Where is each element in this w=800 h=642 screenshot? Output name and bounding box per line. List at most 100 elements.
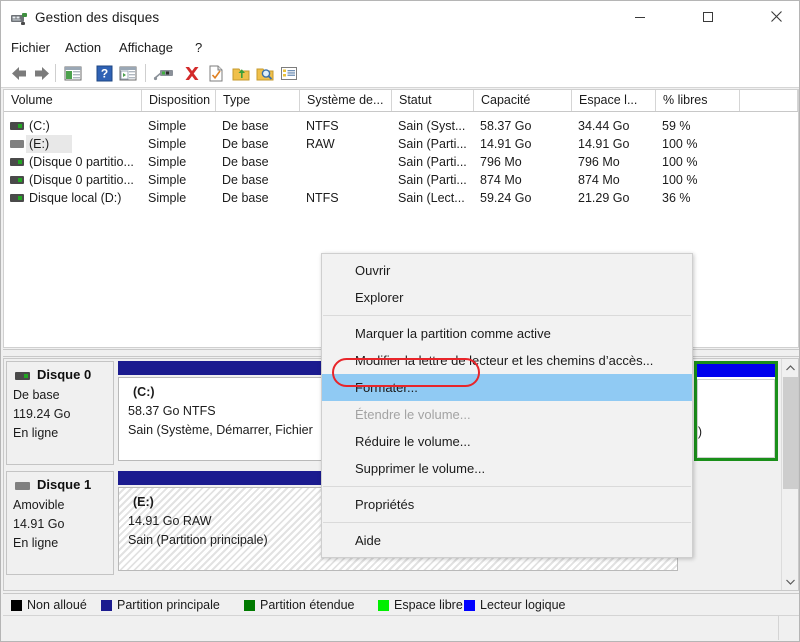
scroll-down-arrow-icon[interactable] bbox=[782, 573, 798, 590]
cell-volume: (Disque 0 partitio... bbox=[29, 173, 134, 187]
export-list-icon[interactable] bbox=[231, 64, 251, 83]
cell-filesystem bbox=[306, 153, 394, 171]
menu-separator bbox=[323, 486, 691, 487]
cell-volume: Disque local (D:) bbox=[29, 191, 122, 205]
disk-type: Amovible bbox=[13, 498, 65, 512]
legend-item-unallocated: Non alloué bbox=[11, 597, 87, 613]
table-row[interactable]: (E:) Simple De base RAW Sain (Parti... 1… bbox=[4, 135, 798, 153]
legend-label: Lecteur logique bbox=[480, 598, 566, 612]
menu-item-marquer-partition-active[interactable]: Marquer la partition comme active bbox=[322, 320, 692, 347]
cell-disposition: Simple bbox=[148, 137, 187, 151]
cell-capacity: 874 Mo bbox=[480, 173, 522, 187]
search-icon[interactable] bbox=[255, 64, 275, 83]
delete-icon[interactable] bbox=[182, 64, 202, 83]
menu-separator bbox=[323, 315, 691, 316]
disk-icon-removable bbox=[15, 482, 30, 490]
table-row[interactable]: (Disque 0 partitio... Simple De base Sai… bbox=[4, 171, 798, 189]
minimize-button[interactable] bbox=[617, 1, 663, 32]
show-hide-console-tree-icon[interactable] bbox=[63, 64, 83, 83]
partition-color-bar bbox=[697, 364, 775, 377]
cell-disposition: Simple bbox=[148, 155, 187, 169]
column-header-type[interactable]: Type bbox=[216, 90, 300, 111]
disk-name: Disque 0 bbox=[37, 367, 92, 382]
cell-capacity: 14.91 Go bbox=[480, 137, 532, 151]
column-header-empty[interactable] bbox=[740, 90, 798, 111]
menu-item-modifier-lettre-lecteur[interactable]: Modifier la lettre de lecteur et les che… bbox=[322, 347, 692, 374]
legend-swatch-logical-drive bbox=[464, 599, 475, 611]
help-icon[interactable]: ? bbox=[94, 64, 114, 83]
legend-label: Partition principale bbox=[117, 598, 220, 612]
cell-filesystem: NTFS bbox=[306, 119, 339, 133]
menu-item-proprietes[interactable]: Propriétés bbox=[322, 491, 692, 518]
cell-type: De base bbox=[222, 173, 269, 187]
svg-text:?: ? bbox=[101, 67, 108, 81]
close-button[interactable] bbox=[753, 1, 799, 32]
cell-type: De base bbox=[222, 191, 269, 205]
table-row[interactable]: Disque local (D:) Simple De base NTFS Sa… bbox=[4, 189, 798, 207]
cell-type: De base bbox=[222, 119, 269, 133]
table-row[interactable]: (C:) Simple De base NTFS Sain (Syst... 5… bbox=[4, 117, 798, 135]
menu-action[interactable]: Action bbox=[63, 40, 103, 55]
partition-block-extended[interactable]: ue) bbox=[694, 361, 778, 461]
cell-percent-free: 100 % bbox=[662, 173, 698, 187]
menu-item-explorer[interactable]: Explorer bbox=[322, 284, 692, 311]
partition-label: (C:) bbox=[133, 385, 155, 399]
partition-details: ue) bbox=[697, 379, 775, 458]
cell-free-space: 796 Mo bbox=[578, 155, 620, 169]
menu-separator bbox=[323, 522, 691, 523]
menu-help[interactable]: ? bbox=[193, 40, 204, 55]
cell-percent-free: 36 % bbox=[662, 191, 691, 205]
table-row[interactable]: (Disque 0 partitio... Simple De base Sai… bbox=[4, 153, 798, 171]
disk-info-0[interactable]: Disque 0 De base 119.24 Go En ligne bbox=[6, 361, 114, 465]
maximize-button[interactable] bbox=[685, 1, 731, 32]
cell-capacity: 796 Mo bbox=[480, 155, 522, 169]
cell-capacity: 59.24 Go bbox=[480, 191, 532, 205]
column-header-filesystem[interactable]: Système de... bbox=[300, 90, 392, 111]
disk-info-1[interactable]: Disque 1 Amovible 14.91 Go En ligne bbox=[6, 471, 114, 575]
cell-type: De base bbox=[222, 155, 269, 169]
column-header-volume[interactable]: Volume bbox=[4, 90, 142, 111]
minimize-icon bbox=[635, 16, 645, 18]
partition-status: Sain (Système, Démarrer, Fichier bbox=[128, 423, 313, 437]
disk-status: En ligne bbox=[13, 536, 59, 550]
scrollbar-thumb[interactable] bbox=[783, 377, 798, 489]
partition-status: Sain (Partition principale) bbox=[128, 533, 268, 547]
scroll-up-arrow-icon[interactable] bbox=[782, 359, 798, 376]
column-header-disposition[interactable]: Disposition bbox=[142, 90, 216, 111]
detail-view-icon[interactable] bbox=[279, 64, 299, 83]
disk-pane-scrollbar[interactable] bbox=[781, 359, 798, 590]
column-header-percent-free[interactable]: % libres bbox=[656, 90, 740, 111]
forward-arrow-icon[interactable] bbox=[32, 64, 52, 83]
cell-volume: (Disque 0 partitio... bbox=[29, 155, 134, 169]
title-bar: Gestion des disques bbox=[1, 1, 799, 37]
disk-management-window: Gestion des disques Fichier Action Affic… bbox=[0, 0, 800, 642]
cell-filesystem bbox=[306, 171, 394, 189]
cell-free-space: 14.91 Go bbox=[578, 137, 630, 151]
show-action-pane-icon[interactable] bbox=[118, 64, 138, 83]
resize-grip[interactable] bbox=[778, 616, 797, 640]
menu-item-aide[interactable]: Aide bbox=[322, 527, 692, 554]
toolbar-separator bbox=[55, 64, 56, 82]
cell-volume: (E:) bbox=[29, 137, 50, 151]
status-bar bbox=[3, 615, 799, 641]
disk-status: En ligne bbox=[13, 426, 59, 440]
cell-disposition: Simple bbox=[148, 119, 187, 133]
cell-free-space: 34.44 Go bbox=[578, 119, 630, 133]
properties-icon[interactable] bbox=[206, 64, 226, 83]
rescan-disks-icon[interactable] bbox=[153, 64, 173, 83]
back-arrow-icon[interactable] bbox=[9, 64, 29, 83]
column-header-free-space[interactable]: Espace l... bbox=[572, 90, 656, 111]
column-header-capacity[interactable]: Capacité bbox=[474, 90, 572, 111]
disk-name: Disque 1 bbox=[37, 477, 92, 492]
menu-fichier[interactable]: Fichier bbox=[9, 40, 52, 55]
menu-item-ouvrir[interactable]: Ouvrir bbox=[322, 257, 692, 284]
menu-item-formater[interactable]: Formater... bbox=[322, 374, 692, 401]
partition-status: ue) bbox=[697, 425, 703, 439]
menu-affichage[interactable]: Affichage bbox=[117, 40, 175, 55]
menu-item-reduire-volume[interactable]: Réduire le volume... bbox=[322, 428, 692, 455]
menu-item-supprimer-volume[interactable]: Supprimer le volume... bbox=[322, 455, 692, 482]
cell-percent-free: 100 % bbox=[662, 137, 698, 151]
menu-item-etendre-volume: Étendre le volume... bbox=[355, 407, 471, 422]
legend-label: Partition étendue bbox=[260, 598, 355, 612]
column-header-status[interactable]: Statut bbox=[392, 90, 474, 111]
